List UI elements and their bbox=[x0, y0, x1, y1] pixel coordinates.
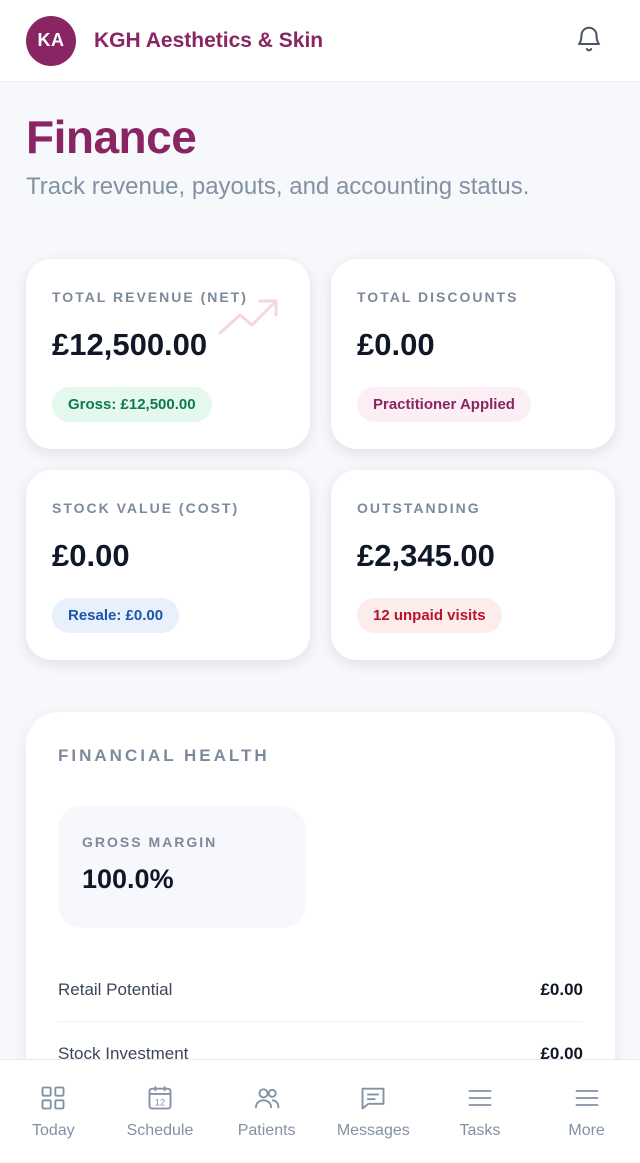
stat-value: £12,500.00 bbox=[52, 327, 208, 362]
nav-item-tasks[interactable]: Tasks bbox=[430, 1084, 530, 1140]
bottom-nav: Today 12 Schedule Patients Messages Task… bbox=[0, 1059, 640, 1163]
nav-label: Patients bbox=[237, 1122, 296, 1139]
row-value: £0.00 bbox=[540, 979, 583, 999]
stat-card-total-revenue: TOTAL REVENUE (NET) £12,500.00 Gross: £1… bbox=[26, 259, 310, 449]
status-badge: Resale: £0.00 bbox=[52, 598, 180, 633]
stat-label: OUTSTANDING bbox=[357, 500, 481, 516]
stat-value: £0.00 bbox=[357, 327, 435, 362]
nav-label: Messages bbox=[336, 1122, 410, 1139]
status-badge: Gross: £12,500.00 bbox=[52, 387, 212, 422]
status-badge: 12 unpaid visits bbox=[357, 598, 502, 633]
clinic-name: KGH Aesthetics & Skin bbox=[94, 28, 324, 52]
nav-item-patients[interactable]: Patients bbox=[217, 1084, 317, 1140]
svg-text:12: 12 bbox=[155, 1098, 165, 1108]
nav-item-today[interactable]: Today bbox=[3, 1084, 103, 1140]
page-subtitle: Track revenue, payouts, and accounting s… bbox=[26, 173, 530, 200]
stat-card-total-discounts: TOTAL DISCOUNTS £0.00 Practitioner Appli… bbox=[331, 259, 615, 449]
stat-value: £0.00 bbox=[52, 538, 130, 573]
gross-margin-box: GROSS MARGIN 100.0% bbox=[58, 806, 306, 928]
users-icon bbox=[254, 1088, 280, 1109]
avatar[interactable]: KA bbox=[26, 15, 76, 66]
message-icon bbox=[361, 1087, 385, 1110]
list-item: Retail Potential £0.00 bbox=[58, 958, 583, 1022]
status-badge: Practitioner Applied bbox=[357, 387, 531, 422]
nav-item-more[interactable]: More bbox=[537, 1084, 637, 1140]
nav-label: Today bbox=[31, 1122, 75, 1139]
menu-icon bbox=[575, 1090, 599, 1106]
bell-icon[interactable] bbox=[574, 24, 604, 54]
gross-margin-value: 100.0% bbox=[82, 864, 174, 894]
gross-margin-label: GROSS MARGIN bbox=[82, 834, 218, 850]
row-label: Retail Potential bbox=[58, 979, 173, 999]
stat-label: TOTAL DISCOUNTS bbox=[357, 289, 519, 305]
section-title: FINANCIAL HEALTH bbox=[58, 746, 270, 765]
stat-card-outstanding: OUTSTANDING £2,345.00 12 unpaid visits bbox=[331, 470, 615, 660]
stat-card-stock-value: STOCK VALUE (COST) £0.00 Resale: £0.00 bbox=[26, 470, 310, 660]
nav-item-messages[interactable]: Messages bbox=[323, 1084, 423, 1140]
stat-label: STOCK VALUE (COST) bbox=[52, 500, 240, 516]
calendar-icon: 12 bbox=[148, 1086, 172, 1110]
nav-label: More bbox=[568, 1122, 605, 1139]
app-header: KA KGH Aesthetics & Skin bbox=[0, 0, 640, 82]
stat-value: £2,345.00 bbox=[357, 538, 495, 573]
nav-item-schedule[interactable]: 12 Schedule bbox=[110, 1084, 210, 1140]
nav-label: Schedule bbox=[126, 1122, 194, 1139]
nav-label: Tasks bbox=[459, 1122, 501, 1139]
menu-icon bbox=[468, 1090, 492, 1106]
page-title: Finance bbox=[26, 111, 197, 163]
grid-icon bbox=[41, 1086, 65, 1110]
